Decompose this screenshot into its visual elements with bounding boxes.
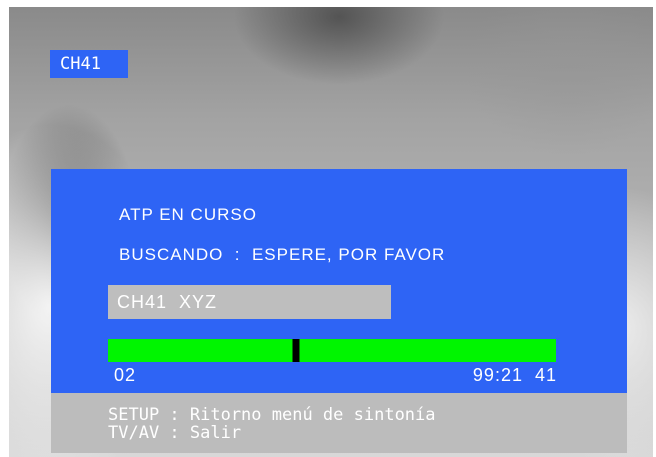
auto-tuning-panel: ATP EN CURSO BUSCANDO : ESPERE, POR FAVO…	[51, 169, 627, 393]
progress-start-label: 02	[114, 365, 137, 385]
channel-badge: CH41	[50, 50, 128, 78]
current-channel-field: CH41 XYZ	[108, 285, 391, 319]
tvav-hint: TV/AV : Salir	[108, 423, 242, 443]
progress-marker	[292, 339, 300, 362]
progress-end-label: 99:21 41	[472, 365, 557, 385]
status-title: ATP EN CURSO	[119, 205, 257, 224]
setup-hint: SETUP : Ritorno menú de sintonía	[108, 405, 436, 425]
search-status: BUSCANDO : ESPERE, POR FAVOR	[119, 245, 446, 264]
tuning-progress-bar	[108, 339, 556, 362]
tv-screen: CH41 ATP EN CURSO BUSCANDO : ESPERE, POR…	[9, 7, 653, 457]
help-bar: SETUP : Ritorno menú de sintonía TV/AV :…	[51, 393, 627, 453]
